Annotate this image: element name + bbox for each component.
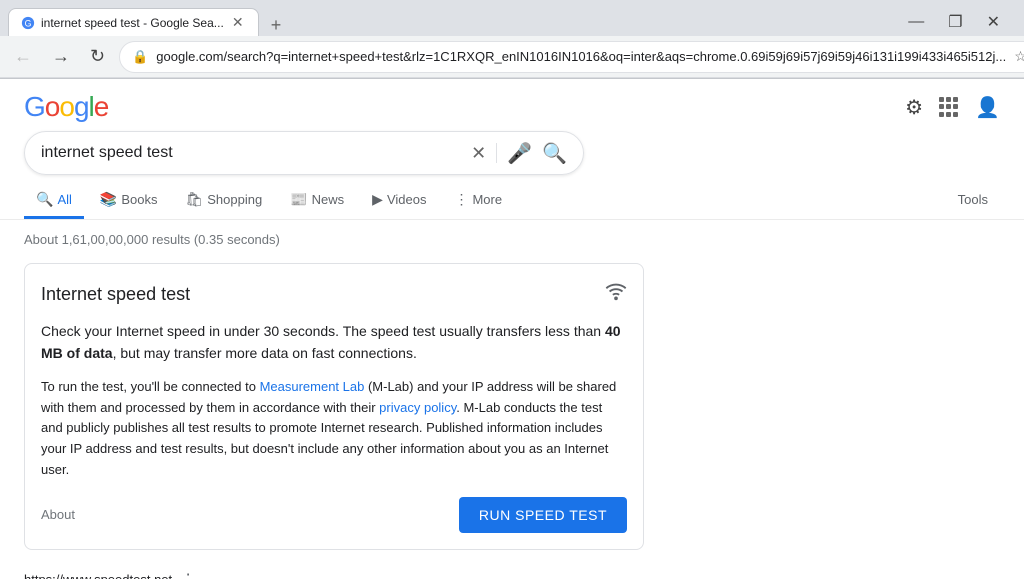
- search-divider: [496, 143, 497, 163]
- url-text: google.com/search?q=internet+speed+test&…: [156, 49, 1006, 64]
- microphone-icon[interactable]: 🎤: [507, 141, 532, 166]
- search-area: ✕ 🎤 🔍: [0, 131, 1024, 175]
- apps-dot: [946, 112, 951, 117]
- tab-news-label: News: [312, 192, 345, 207]
- apps-dot: [953, 104, 958, 109]
- more-icon: ⋮: [454, 191, 468, 208]
- apps-dot: [946, 97, 951, 102]
- apps-dot: [939, 97, 944, 102]
- news-icon: 📰: [290, 191, 307, 208]
- tab-videos[interactable]: ▶ Videos: [360, 183, 438, 219]
- minimize-button[interactable]: —: [900, 9, 932, 35]
- apps-dot: [939, 112, 944, 117]
- address-right-icons: ☆ 🦁 🟢 🔣 🧩: [1014, 48, 1024, 65]
- featured-legal: To run the test, you'll be connected to …: [41, 377, 627, 481]
- all-icon: 🔍: [36, 191, 53, 208]
- tab-shopping-label: Shopping: [207, 192, 262, 207]
- tab-tools[interactable]: Tools: [946, 184, 1000, 218]
- search-clear-button[interactable]: ✕: [471, 143, 486, 164]
- measurement-lab-link[interactable]: Measurement Lab: [260, 379, 365, 394]
- nav-bar: ← → ↻ 🔒 google.com/search?q=internet+spe…: [0, 36, 1024, 78]
- featured-desc-plain: Check your Internet speed in under 30 se…: [41, 323, 605, 339]
- tab-favicon: G: [21, 16, 35, 30]
- address-bar[interactable]: 🔒 google.com/search?q=internet+speed+tes…: [119, 41, 1024, 73]
- window-controls: — ❐ ✕: [900, 8, 1016, 36]
- google-header: Google ⚙ 👤: [0, 79, 1024, 131]
- google-page: Google ⚙ 👤 ✕ 🎤 🔍: [0, 79, 1024, 579]
- new-tab-button[interactable]: +: [263, 15, 290, 36]
- tab-news[interactable]: 📰 News: [278, 183, 356, 219]
- legal-start: To run the test, you'll be connected to: [41, 379, 260, 394]
- svg-text:G: G: [25, 18, 32, 28]
- bookmark-icon[interactable]: ☆: [1014, 48, 1024, 65]
- featured-desc: Check your Internet speed in under 30 se…: [41, 320, 627, 365]
- tab-title: internet speed test - Google Sea...: [41, 16, 224, 30]
- logo-o2: o: [59, 91, 74, 122]
- tab-close-button[interactable]: ✕: [230, 15, 246, 31]
- privacy-policy-link[interactable]: privacy policy: [379, 400, 456, 415]
- logo-g: G: [24, 91, 45, 122]
- featured-title-text: Internet speed test: [41, 284, 190, 305]
- apps-dot: [939, 104, 944, 109]
- apps-dot: [946, 104, 951, 109]
- tab-more-label: More: [472, 192, 502, 207]
- logo-o1: o: [45, 91, 60, 122]
- featured-desc-end: , but may transfer more data on fast con…: [113, 345, 417, 361]
- results-count: About 1,61,00,00,000 results (0.35 secon…: [24, 232, 1000, 247]
- close-window-button[interactable]: ✕: [979, 8, 1008, 36]
- settings-icon[interactable]: ⚙: [905, 95, 923, 120]
- tab-all[interactable]: 🔍 All: [24, 183, 84, 219]
- header-right: ⚙ 👤: [905, 95, 1000, 120]
- videos-icon: ▶: [372, 191, 383, 208]
- apps-dot: [953, 112, 958, 117]
- reload-button[interactable]: ↻: [84, 42, 111, 71]
- featured-snippet: Internet speed test Check your Internet …: [24, 263, 644, 550]
- tab-books-label: Books: [121, 192, 157, 207]
- results-area: About 1,61,00,00,000 results (0.35 secon…: [0, 220, 1024, 579]
- tab-tools-label: Tools: [958, 192, 988, 207]
- maximize-button[interactable]: ❐: [940, 8, 970, 36]
- books-icon: 📚: [100, 191, 117, 208]
- tab-all-label: All: [57, 192, 71, 207]
- about-link[interactable]: About: [41, 507, 75, 522]
- tab-videos-label: Videos: [387, 192, 427, 207]
- apps-button[interactable]: [939, 97, 959, 117]
- forward-button[interactable]: →: [46, 42, 76, 71]
- tab-more[interactable]: ⋮ More: [442, 183, 514, 219]
- shopping-icon: 🛍: [185, 191, 203, 208]
- search-tabs: 🔍 All 📚 Books 🛍 Shopping 📰 News ▶ Videos…: [0, 175, 1024, 220]
- logo-e: e: [94, 91, 109, 122]
- lock-icon: 🔒: [132, 49, 148, 65]
- run-speed-test-button[interactable]: RUN SPEED TEST: [459, 497, 627, 533]
- wifi-icon: [605, 280, 627, 308]
- tab-shopping[interactable]: 🛍 Shopping: [173, 183, 274, 219]
- google-logo: Google: [24, 91, 108, 123]
- search-submit-icon[interactable]: 🔍: [542, 141, 567, 166]
- featured-title: Internet speed test: [41, 280, 627, 308]
- apps-dot: [953, 97, 958, 102]
- logo-text: Google: [24, 91, 108, 123]
- tab-books[interactable]: 📚 Books: [88, 183, 170, 219]
- search-box[interactable]: ✕ 🎤 🔍: [24, 131, 584, 175]
- logo-g2: g: [74, 91, 89, 122]
- browser-tab[interactable]: G internet speed test - Google Sea... ✕: [8, 8, 259, 36]
- search-input[interactable]: [41, 144, 461, 162]
- back-button[interactable]: ←: [8, 42, 38, 71]
- account-icon[interactable]: 👤: [975, 95, 1000, 120]
- featured-footer: About RUN SPEED TEST: [41, 497, 627, 533]
